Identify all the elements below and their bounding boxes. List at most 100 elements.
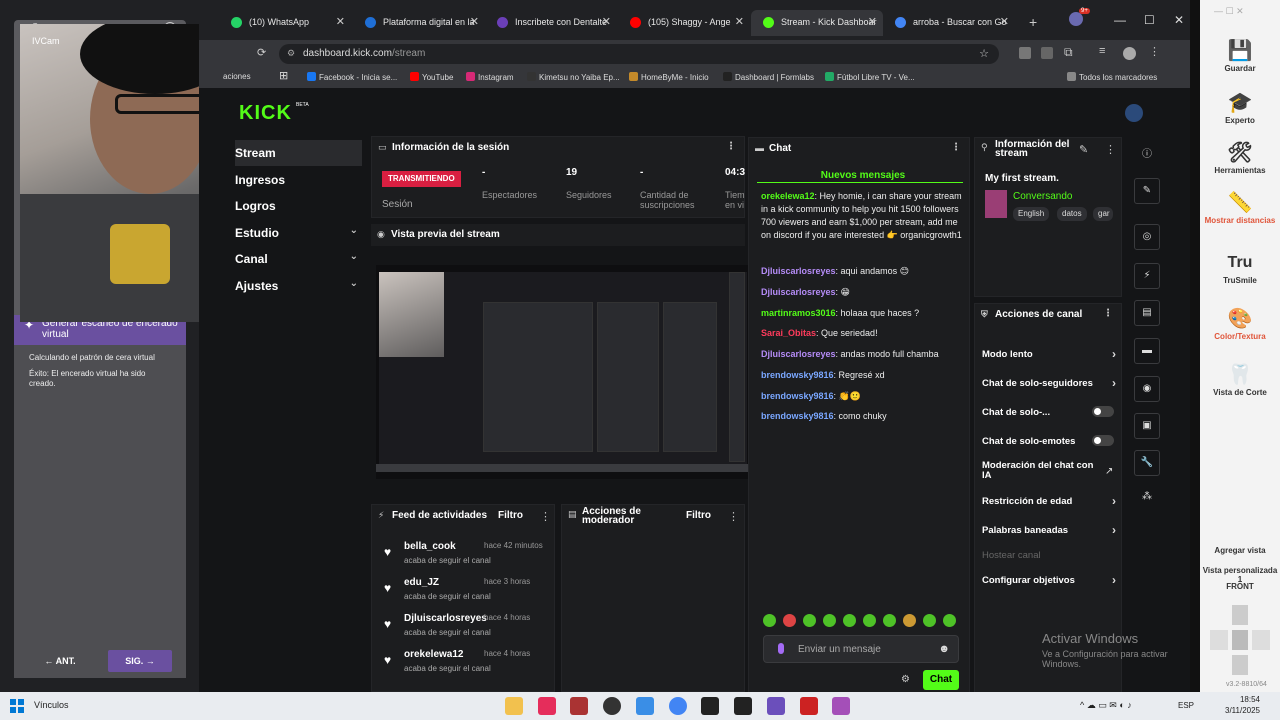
tab-dentalte[interactable]: Inscribete con Dentalte ✕ (485, 10, 617, 36)
edit-icon[interactable]: ✎ (1079, 143, 1088, 156)
kick-logo[interactable]: KICK (239, 102, 292, 125)
file-explorer-icon[interactable] (505, 697, 523, 715)
extension-icon[interactable] (1041, 47, 1053, 59)
more-icon[interactable]: ⋮ (728, 510, 739, 523)
exocad-icon[interactable] (570, 697, 588, 715)
more-icon[interactable]: ⋮ (1103, 308, 1113, 319)
new-messages-label[interactable]: Nuevos mensajes (765, 170, 961, 181)
action-subs-only[interactable]: Chat de solo-... (982, 406, 1116, 418)
nodes-icon[interactable]: ⁂ (1134, 485, 1160, 511)
distances-tool[interactable]: 📏 Mostrar distancias (1200, 192, 1280, 225)
app-icon[interactable] (734, 697, 752, 715)
chat-icon[interactable]: ▬ (1134, 338, 1160, 364)
nav-canal[interactable]: Canal ⌄ (235, 246, 362, 272)
emote[interactable] (763, 614, 776, 627)
more-icon[interactable]: ⋮ (951, 142, 961, 153)
toggle-switch[interactable] (1092, 406, 1114, 417)
app-icon[interactable] (701, 697, 719, 715)
bookmark-instagram[interactable]: Instagram (466, 72, 514, 82)
tools-tool[interactable]: 🛠 Herramientas (1200, 142, 1280, 175)
chrome-icon[interactable] (669, 697, 687, 715)
expert-tool[interactable]: 🎓 Experto (1200, 92, 1280, 125)
bookmark-youtube[interactable]: YouTube (410, 72, 453, 82)
emote[interactable] (843, 614, 856, 627)
trusmile-tool[interactable]: Tru TruSmile (1200, 252, 1280, 285)
reload-icon[interactable]: ⟳ (257, 46, 266, 59)
emote[interactable] (903, 614, 916, 627)
action-slow-mode[interactable]: Modo lento › (982, 347, 1116, 361)
nav-ingresos[interactable]: Ingresos (235, 167, 362, 193)
action-followers-only[interactable]: Chat de solo-seguidores › (982, 376, 1116, 390)
action-goals[interactable]: Configurar objetivos › (982, 573, 1116, 587)
nav-ajustes[interactable]: Ajustes ⌄ (235, 273, 362, 299)
front-view-label[interactable]: FRONT (1200, 582, 1280, 591)
channel-avatar[interactable] (1125, 104, 1143, 122)
taskbar-search-label[interactable]: Vínculos (34, 700, 69, 710)
chat-message-input[interactable]: Enviar un mensaje ☻ (763, 635, 959, 663)
tray-icons[interactable]: ^ ☁ ▭ ✉ ◐ ♪ (1080, 700, 1132, 711)
bookmark[interactable]: aciones (223, 72, 251, 81)
app-icon[interactable] (636, 697, 654, 715)
emote[interactable] (783, 614, 796, 627)
tab-whatsapp[interactable]: (10) WhatsApp ✕ (219, 10, 351, 36)
menu-icon[interactable]: ⋮ (1149, 45, 1160, 58)
extension-icon[interactable] (1019, 47, 1031, 59)
emote[interactable] (803, 614, 816, 627)
app-icon[interactable] (767, 697, 785, 715)
site-info-icon[interactable]: ⚙ (287, 48, 295, 59)
nav-stream[interactable]: Stream (235, 140, 362, 166)
new-tab-button[interactable]: + (1029, 14, 1037, 30)
layout-icon[interactable]: ▣ (1134, 413, 1160, 439)
bookmark-futbol[interactable]: Fútbol Libre TV - Ve... (825, 72, 915, 82)
action-banned-words[interactable]: Palabras baneadas › (982, 523, 1116, 537)
nav-estudio[interactable]: Estudio ⌄ (235, 220, 362, 246)
url-input[interactable]: ⚙ dashboard.kick.com/stream ☆ (279, 44, 999, 64)
emote[interactable] (943, 614, 956, 627)
bookmark-facebook[interactable]: Facebook - Inicia se... (307, 72, 397, 82)
stream-category[interactable]: Conversando (1013, 191, 1072, 202)
prev-button[interactable]: ← ANT. (32, 650, 88, 672)
window-controls[interactable]: — ☐ ✕ (1214, 6, 1244, 17)
nav-logros[interactable]: Logros (235, 193, 362, 219)
target-icon[interactable]: ◎ (1134, 224, 1160, 250)
edit-icon[interactable]: ✎ (1134, 178, 1160, 204)
app-icon[interactable] (603, 697, 621, 715)
media-icon[interactable]: ≡ (1099, 45, 1105, 57)
action-emotes-only[interactable]: Chat de solo-emotes (982, 435, 1116, 447)
maximize-button[interactable]: ☐ (1144, 13, 1155, 27)
emote[interactable] (883, 614, 896, 627)
emote[interactable] (923, 614, 936, 627)
more-icon[interactable]: ⋮ (726, 141, 736, 152)
profile-avatar[interactable] (1123, 47, 1136, 60)
bookmark-formlabs[interactable]: Dashboard | Formlabs (723, 72, 814, 82)
bookmark-homebyme[interactable]: HomeByMe - Inicio (629, 72, 709, 82)
apps-grid-icon[interactable]: ⊞ (279, 69, 288, 82)
emoji-icon[interactable]: ☻ (938, 643, 950, 655)
app-icon[interactable] (800, 697, 818, 715)
more-icon[interactable]: ⋮ (540, 510, 551, 523)
close-window-button[interactable]: ✕ (1174, 13, 1184, 27)
send-chat-button[interactable]: Chat (923, 670, 959, 690)
star-icon[interactable]: ☆ (979, 47, 989, 60)
document-icon[interactable]: ▤ (1134, 300, 1160, 326)
external-link-icon[interactable]: ↗ (1105, 466, 1113, 477)
next-button[interactable]: SIG. → (108, 650, 172, 672)
info-icon[interactable]: ⓘ (1134, 143, 1160, 169)
minimize-button[interactable]: — (1114, 13, 1126, 27)
puzzle-icon[interactable]: ⧉ (1064, 45, 1073, 60)
wrench-icon[interactable]: 🔧 (1134, 450, 1160, 476)
view-cube-icon[interactable] (1210, 605, 1270, 675)
bookmark-kimetsu[interactable]: Kimetsu no Yaiba Ep... (527, 72, 620, 82)
tab-google[interactable]: arroba - Buscar con Go ✕ (883, 10, 1015, 36)
stream-preview[interactable] (376, 265, 750, 479)
windows-start-icon[interactable] (10, 699, 24, 713)
bell-icon[interactable] (1069, 12, 1083, 26)
emote[interactable] (863, 614, 876, 627)
broadcast-icon[interactable]: ◉ (1134, 376, 1160, 402)
action-age-restriction[interactable]: Restricción de edad › (982, 494, 1116, 508)
add-view-button[interactable]: Agregar vista (1200, 546, 1280, 555)
microphone-icon[interactable] (778, 643, 784, 654)
color-texture-tool[interactable]: 🎨 Color/Textura (1200, 308, 1280, 341)
save-tool[interactable]: 💾 Guardar (1200, 40, 1280, 73)
cad-icon[interactable] (832, 697, 850, 715)
